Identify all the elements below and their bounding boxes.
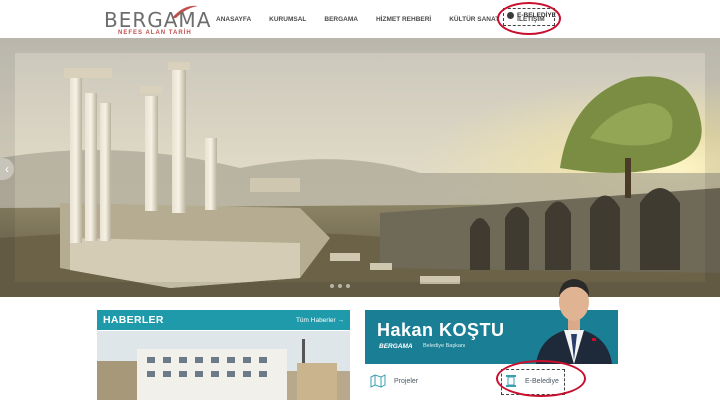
nav-anasayfa[interactable]: ANASAYFA	[216, 16, 251, 23]
hero-slider: ‹	[0, 38, 720, 297]
slider-dot[interactable]	[338, 284, 342, 288]
slider-dots	[330, 284, 350, 288]
page: BERGAMA NEFES ALAN TARİH ANASAYFA KURUMS…	[0, 0, 720, 400]
logo-subtitle: NEFES ALAN TARİH	[118, 30, 192, 36]
logo-title: BERGAMA	[104, 8, 212, 32]
all-news-link[interactable]: Tüm Haberler →	[296, 317, 344, 324]
mayor-photo	[530, 279, 618, 364]
mayor-role: Belediye Başkanı	[423, 343, 466, 349]
quick-link-projects[interactable]: Projeler	[370, 374, 418, 388]
map-icon	[370, 374, 386, 388]
nav-hizmet-rehberi[interactable]: HİZMET REHBERİ	[376, 16, 431, 23]
news-header: HABERLER Tüm Haberler →	[97, 310, 350, 330]
highlight-ellipse	[496, 360, 586, 397]
mayor-name: Hakan KOŞTU	[377, 320, 505, 340]
site-header: BERGAMA NEFES ALAN TARİH ANASAYFA KURUMS…	[0, 0, 720, 38]
quick-link-projects-label: Projeler	[394, 377, 419, 385]
highlight-ellipse	[497, 2, 561, 35]
nav-kurumsal[interactable]: KURUMSAL	[269, 16, 306, 23]
mayor-banner[interactable]: Hakan KOŞTU BERGAMA Belediye Başkanı	[365, 279, 618, 364]
nav-kultur-sanat[interactable]: KÜLTÜR SANAT	[449, 16, 499, 23]
news-title: HABERLER	[103, 314, 164, 326]
mayor-city: BERGAMA	[379, 343, 413, 350]
slider-dot[interactable]	[346, 284, 350, 288]
hero-image	[0, 38, 720, 297]
news-image[interactable]	[97, 331, 350, 400]
chevron-left-icon: ‹	[5, 162, 9, 176]
slider-dot[interactable]	[330, 284, 334, 288]
news-photo	[97, 331, 350, 400]
news-panel: HABERLER Tüm Haberler →	[97, 310, 350, 400]
nav-bergama[interactable]: BERGAMA	[324, 16, 358, 23]
site-logo[interactable]: BERGAMA NEFES ALAN TARİH	[100, 2, 215, 38]
